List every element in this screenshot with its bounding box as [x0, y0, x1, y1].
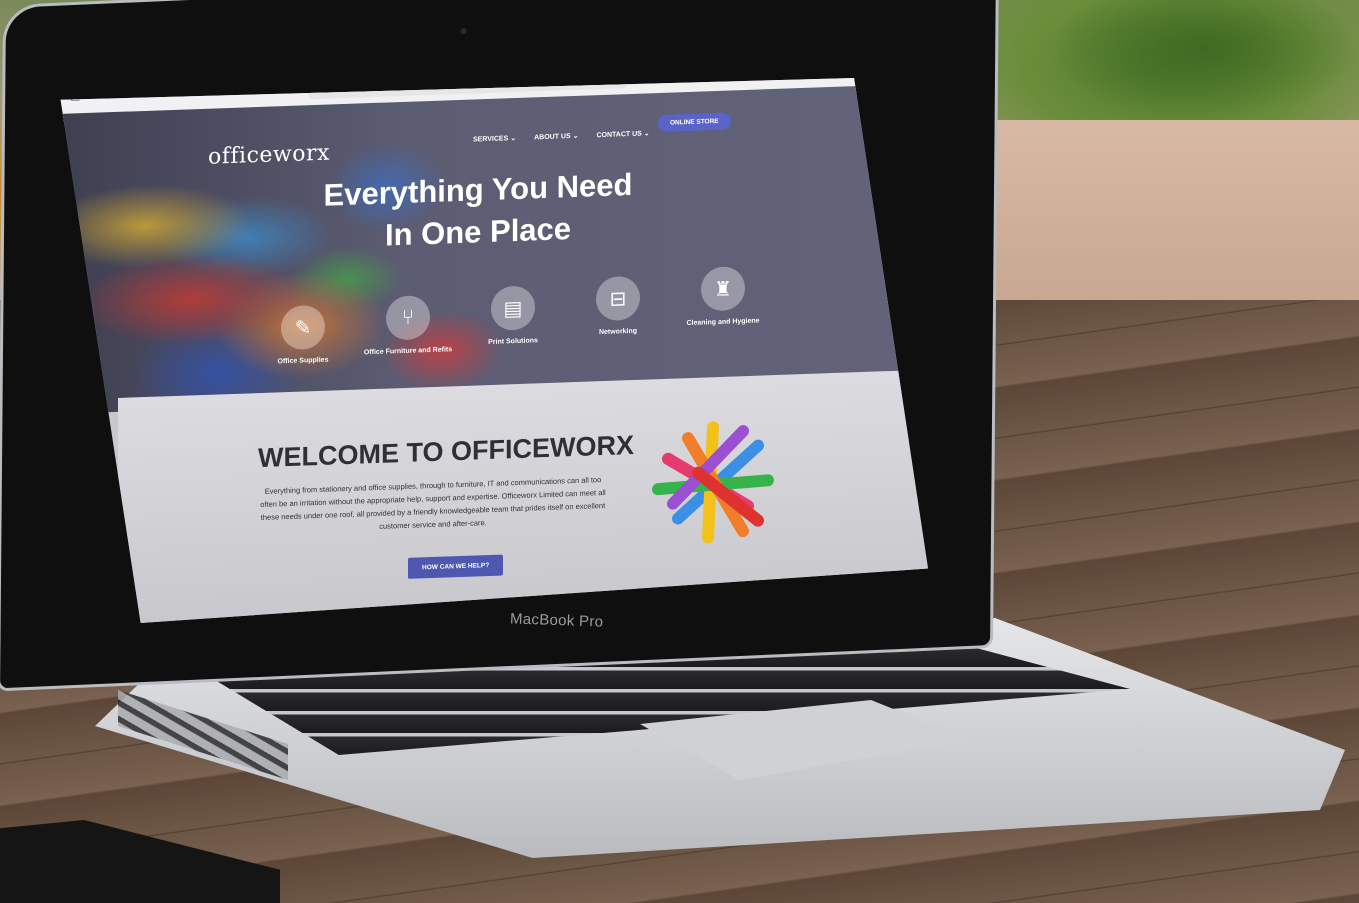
nav-contact-us[interactable]: CONTACT US ⌄	[596, 129, 649, 139]
pens-icon: ✎	[281, 304, 325, 351]
hero-section: officeworx SERVICES ⌄ ABOUT US ⌄ CONTACT…	[60, 83, 928, 424]
service-office-supplies[interactable]: ✎ Office Supplies	[248, 304, 358, 367]
nav-services[interactable]: SERVICES ⌄	[473, 134, 516, 144]
welcome-title: WELCOME TO OFFICEWORX	[258, 429, 634, 474]
laptop-screen: ▭ ‹ › ◐ officeworx.co.uk ⊕ ⇪ + ⊞ officew…	[60, 78, 928, 623]
service-print-solutions[interactable]: ▤ Print Solutions	[458, 284, 568, 347]
network-icon: ⊟	[596, 275, 640, 322]
swatches-icon: ▤	[491, 285, 535, 331]
colorful-toy-image	[652, 421, 774, 544]
background-foliage	[1050, 0, 1359, 120]
how-can-we-help-button[interactable]: HOW CAN WE HELP?	[408, 554, 504, 579]
service-networking[interactable]: ⊟ Networking	[563, 275, 673, 338]
site-logo[interactable]: officeworx	[208, 141, 330, 170]
nav-about-us[interactable]: ABOUT US ⌄	[534, 132, 578, 142]
service-cleaning-hygiene[interactable]: ♜ Cleaning and Hygiene	[668, 265, 778, 328]
office-chair-icon: ⑂	[386, 295, 430, 341]
service-office-furniture[interactable]: ⑂ Office Furniture and Refits	[353, 294, 463, 357]
welcome-text: Everything from stationery and office su…	[260, 475, 606, 532]
service-label: Cleaning and Hygiene	[686, 317, 760, 328]
hero-headline: Everything You Need In One Place	[298, 163, 658, 259]
spray-bottle-icon: ♜	[701, 266, 745, 312]
camera-icon	[460, 27, 467, 35]
online-store-button[interactable]: ONLINE STORE	[658, 112, 731, 133]
laptop-brand-label: MacBook Pro	[509, 610, 604, 631]
painted-hand-image	[78, 103, 638, 424]
